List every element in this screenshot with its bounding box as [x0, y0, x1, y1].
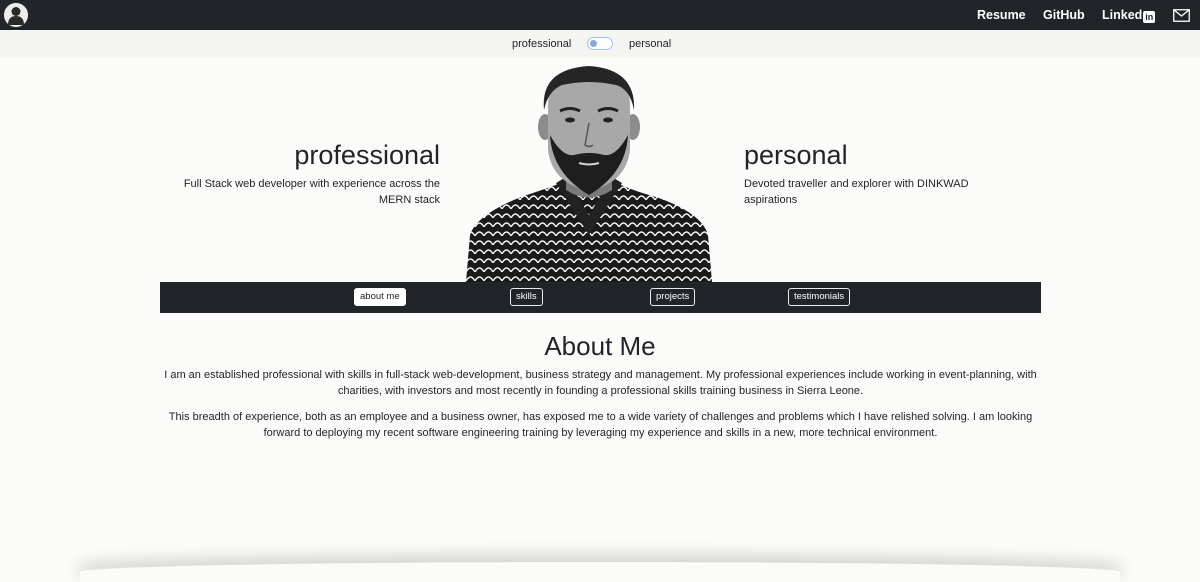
personal-heading: personal [744, 140, 848, 170]
mode-toggle-bar: professional personal [0, 30, 1200, 57]
professional-heading: professional [294, 140, 440, 170]
github-link[interactable]: GitHub [1043, 8, 1085, 23]
tab-about-me[interactable]: about me [354, 288, 406, 306]
about-paragraph: This breadth of experience, both as an e… [168, 411, 1033, 439]
tab-skills[interactable]: skills [510, 288, 543, 306]
toggle-label-personal: personal [629, 38, 672, 50]
linkedin-link[interactable]: Linked in [1102, 8, 1156, 23]
section-tab-bar: about me skills projects testimonials [160, 282, 1041, 313]
about-me-heading: About Me [544, 331, 656, 361]
professional-description: Full Stack web developer with experience… [183, 178, 440, 206]
tab-testimonials[interactable]: testimonials [788, 288, 851, 306]
toggle-label-professional: professional [512, 38, 572, 50]
footer-card-edge [80, 562, 1120, 582]
portrait-photo [466, 66, 712, 282]
silhouette-logo-icon[interactable] [4, 3, 28, 27]
tab-projects[interactable]: projects [650, 288, 696, 306]
resume-link[interactable]: Resume [977, 8, 1026, 23]
about-paragraph: I am an established professional with sk… [164, 369, 1037, 397]
mode-toggle-switch[interactable] [587, 37, 613, 50]
mail-icon[interactable] [1173, 9, 1190, 22]
top-navbar: Resume GitHub Linked in [0, 0, 1200, 30]
personal-description: Devoted traveller and explorer with DINK… [744, 178, 969, 206]
toggle-knob [590, 39, 597, 47]
linkedin-text: Linked [1102, 8, 1143, 22]
linkedin-icon: in [1143, 11, 1156, 23]
